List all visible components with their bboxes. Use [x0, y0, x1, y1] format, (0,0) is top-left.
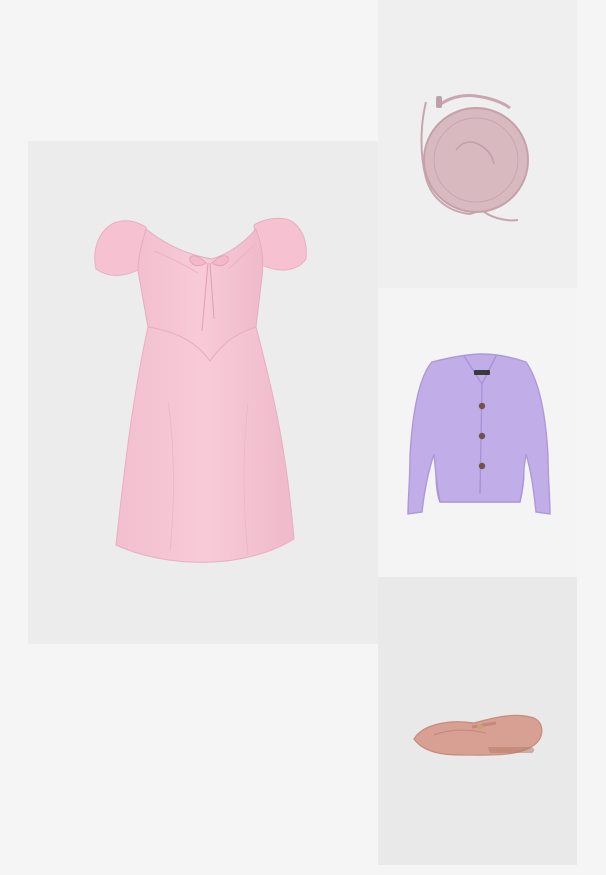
bag-product-card[interactable]: Pink round crossbody bag	[378, 0, 577, 288]
shoe-product-card[interactable]: Nude pink ballet flats	[378, 577, 577, 865]
dress-image	[94, 217, 307, 563]
cardigan-product-card[interactable]: Lilac knit cardigan	[378, 288, 577, 577]
right-margin	[577, 0, 606, 875]
bag-image	[420, 94, 529, 222]
dress-product-card[interactable]: Pink puff-sleeve mini dress	[28, 141, 378, 644]
cardigan-image	[407, 353, 551, 515]
shoe-image	[413, 714, 543, 756]
outfit-collage: Pink puff-sleeve mini dress	[0, 0, 606, 875]
